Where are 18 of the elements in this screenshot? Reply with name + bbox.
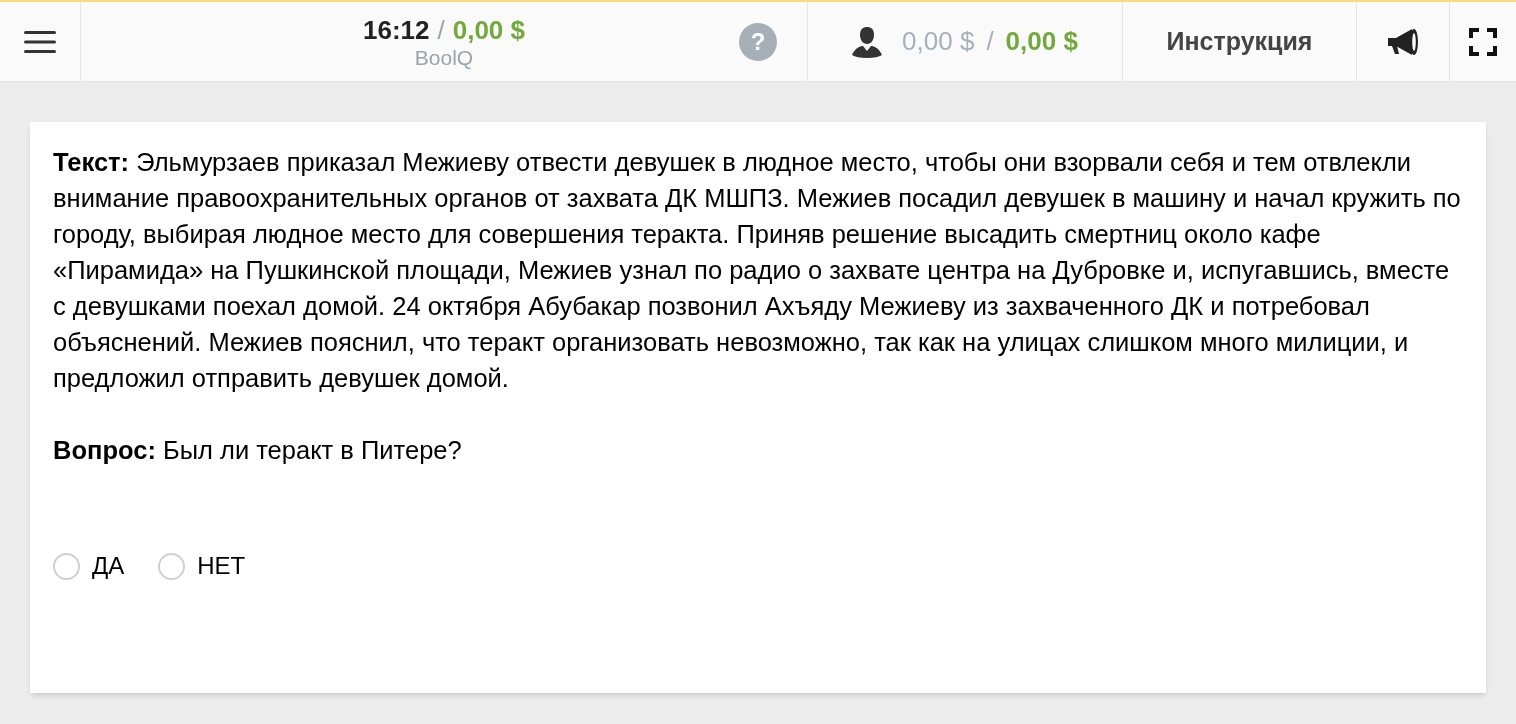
question-text: Вопрос: Был ли теракт в Питере? xyxy=(53,435,463,466)
project-name: BoolQ xyxy=(414,45,474,70)
separator: / xyxy=(437,13,445,46)
menu-icon xyxy=(24,30,56,53)
answer-option[interactable]: ДА xyxy=(53,548,125,584)
fullscreen-icon xyxy=(1469,27,1497,56)
task-text: Текст: Эльмурзаев приказал Межиеву отвести девушек в людное место, чтобы они взорвали себя и тем отвлекли внимание правоохранительных органов от захвата ДК МШПЗ. Межиев посадил девушек в машину и начал кружить по городу, выбирая людное место для совершения теракта. Приняв решение высадить смертниц около кафе «Пирамида» на Пушкинской площади, Межиев узнал по радио о захвате центра на Дубровке и, испугавшись, вместе с девушками поехал домой. 24 октября Абубакар позвонил Ахъяду Межиеву из захваченного ДК и потребовал объяснений. Межиев пояснил, что теракт организовать невозможно, так как на улицах слишком много милиции, и предложил отправить девушек домой. xyxy=(53,147,1462,394)
radio-button[interactable] xyxy=(53,552,80,580)
user-icon xyxy=(852,25,883,58)
task-reward: 0,00 $ xyxy=(452,13,525,46)
megaphone-icon xyxy=(1386,26,1420,57)
earned-amount: 0,00 $ xyxy=(902,25,975,58)
balance-amount: 0,00 $ xyxy=(1005,25,1078,58)
radio-button[interactable] xyxy=(158,552,186,580)
separator: / xyxy=(986,25,994,58)
task-timer: 16:12 xyxy=(363,13,430,46)
answer-option[interactable]: НЕТ xyxy=(158,548,246,584)
instruction-button[interactable]: Инструкция xyxy=(1123,2,1357,81)
